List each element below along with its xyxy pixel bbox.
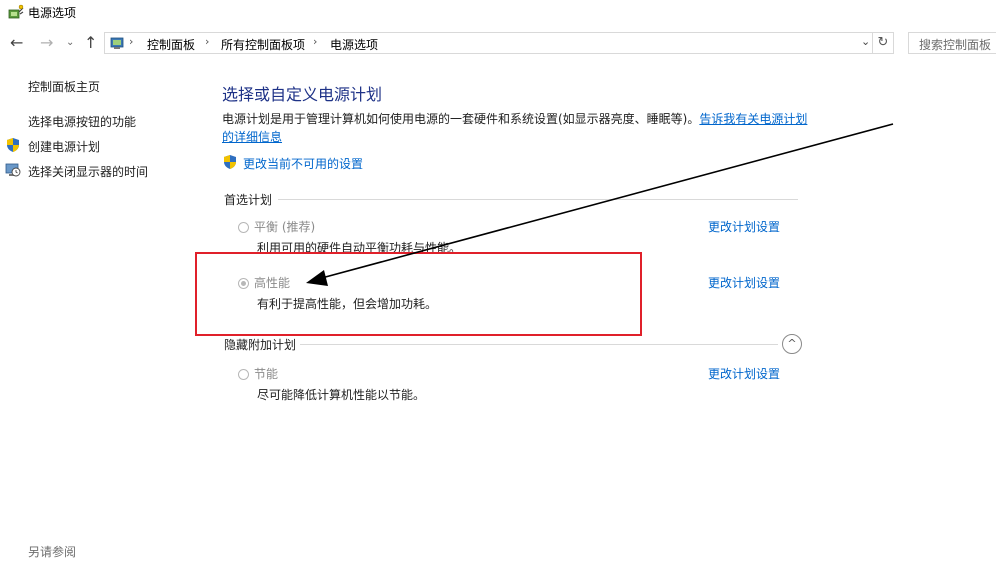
breadcrumb-separator: › (129, 35, 134, 48)
preferred-plans-heading: 首选计划 (224, 193, 273, 207)
change-plan-settings-balanced[interactable]: 更改计划设置 (708, 218, 780, 235)
intro-paragraph: 电源计划是用于管理计算机如何使用电源的一套硬件和系统设置(如显示器亮度、睡眠等)… (222, 110, 812, 146)
navigation-bar: ← → ⌄ ↑ › 控制面板 › 所有控制面板项 › 电源选项 ⌄ ↻ 搜索控制… (0, 28, 996, 58)
plan-name-power-saver[interactable]: 节能 (254, 365, 278, 382)
breadcrumb-separator[interactable]: › (205, 35, 209, 48)
refresh-button[interactable]: ↻ (872, 32, 894, 54)
collapse-chevron-up-icon[interactable]: ^ (782, 334, 802, 354)
forward-button[interactable]: → (40, 28, 53, 58)
change-plan-settings-power-saver[interactable]: 更改计划设置 (708, 365, 780, 382)
see-also-label: 另请参阅 (28, 545, 77, 559)
display-clock-icon (5, 163, 21, 177)
plan-radio-balanced[interactable] (238, 222, 249, 233)
breadcrumb-all-items[interactable]: 所有控制面板项 (221, 36, 305, 53)
plan-radio-power-saver[interactable] (238, 369, 249, 380)
plan-desc-power-saver: 尽可能降低计算机性能以节能。 (257, 388, 426, 402)
page-title: 选择或自定义电源计划 (222, 85, 383, 104)
title-bar: 电源选项 (0, 0, 996, 26)
search-input[interactable]: 搜索控制面板 (908, 32, 996, 54)
control-panel-icon (110, 37, 124, 49)
up-button[interactable]: ↑ (84, 28, 97, 58)
address-bar[interactable]: › 控制面板 › 所有控制面板项 › 电源选项 ⌄ (104, 32, 894, 54)
uac-shield-icon (224, 155, 236, 169)
recent-locations-button[interactable]: ⌄ (66, 28, 74, 58)
window-title: 电源选项 (28, 6, 77, 20)
plan-name-balanced[interactable]: 平衡 (推荐) (254, 218, 315, 235)
sidebar-item-power-button[interactable]: 选择电源按钮的功能 (28, 113, 136, 130)
section-divider (300, 344, 778, 345)
uac-shield-icon (7, 138, 19, 152)
sidebar-item-display-off-time[interactable]: 选择关闭显示器的时间 (28, 163, 148, 180)
address-dropdown-button[interactable]: ⌄ (861, 35, 870, 48)
breadcrumb-power-options[interactable]: 电源选项 (330, 36, 378, 53)
intro-text: 电源计划是用于管理计算机如何使用电源的一套硬件和系统设置(如显示器亮度、睡眠等)… (222, 112, 700, 126)
change-unavailable-settings-link[interactable]: 更改当前不可用的设置 (243, 155, 363, 172)
breadcrumb-separator[interactable]: › (313, 35, 317, 48)
back-button[interactable]: ← (10, 28, 23, 58)
section-divider (278, 199, 798, 200)
breadcrumb-control-panel[interactable]: 控制面板 (147, 36, 195, 53)
change-plan-settings-high-performance[interactable]: 更改计划设置 (708, 274, 780, 291)
sidebar-item-create-plan[interactable]: 创建电源计划 (28, 138, 100, 155)
sidebar-home-link[interactable]: 控制面板主页 (28, 78, 100, 95)
power-options-icon (8, 4, 24, 19)
hidden-plans-heading[interactable]: 隐藏附加计划 (224, 336, 296, 353)
highlight-annotation-box (195, 252, 642, 336)
